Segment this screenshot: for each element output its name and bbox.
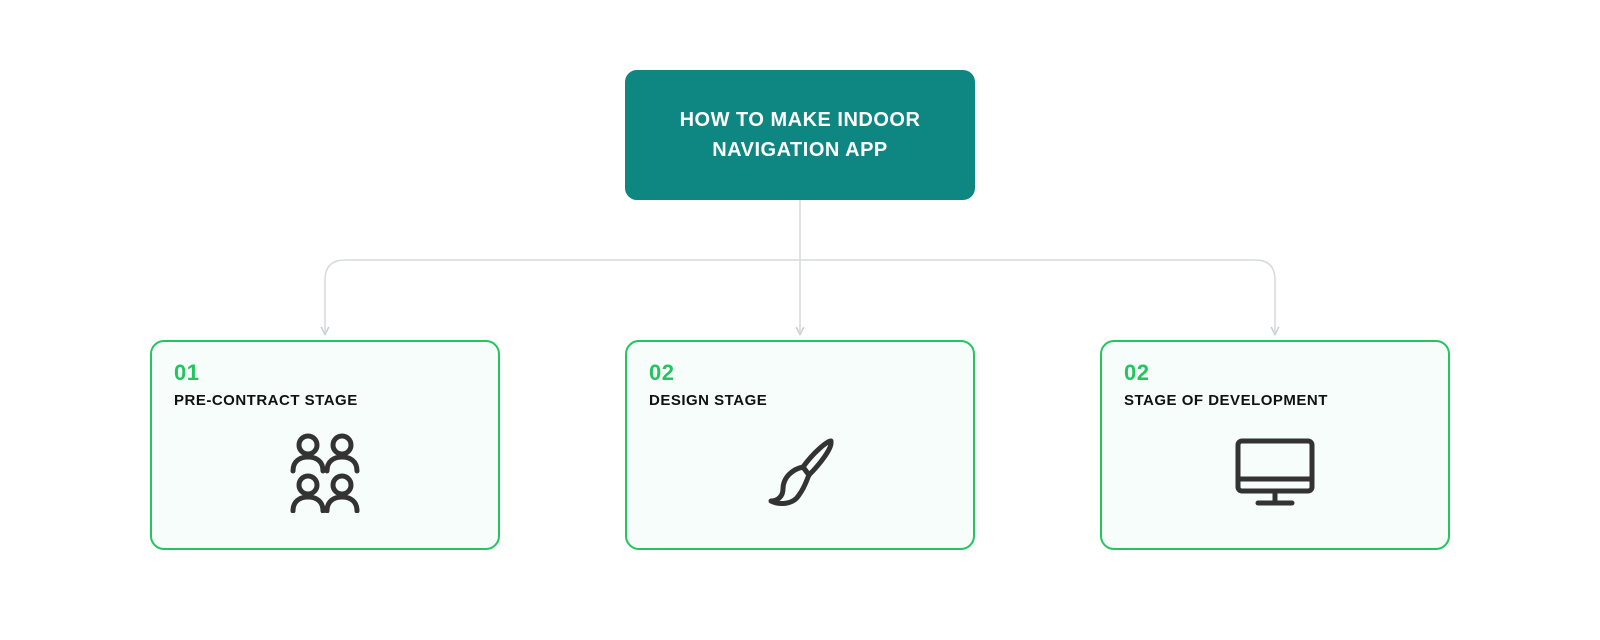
stage-number: 02 bbox=[1124, 360, 1426, 386]
brush-icon bbox=[649, 417, 951, 527]
monitor-icon bbox=[1124, 417, 1426, 527]
stage-title: STAGE OF DEVELOPMENT bbox=[1124, 392, 1426, 409]
people-icon bbox=[174, 417, 476, 527]
stage-number: 02 bbox=[649, 360, 951, 386]
stage-card-development: 02 STAGE OF DEVELOPMENT bbox=[1100, 340, 1450, 550]
diagram-title: HOW TO MAKE INDOOR NAVIGATION APP bbox=[645, 105, 955, 165]
diagram-canvas: HOW TO MAKE INDOOR NAVIGATION APP 01 PRE… bbox=[0, 0, 1600, 640]
stage-card-pre-contract: 01 PRE-CONTRACT STAGE bbox=[150, 340, 500, 550]
stage-card-design: 02 DESIGN STAGE bbox=[625, 340, 975, 550]
stage-number: 01 bbox=[174, 360, 476, 386]
stage-title: PRE-CONTRACT STAGE bbox=[174, 392, 476, 409]
stage-title: DESIGN STAGE bbox=[649, 392, 951, 409]
diagram-title-box: HOW TO MAKE INDOOR NAVIGATION APP bbox=[625, 70, 975, 200]
